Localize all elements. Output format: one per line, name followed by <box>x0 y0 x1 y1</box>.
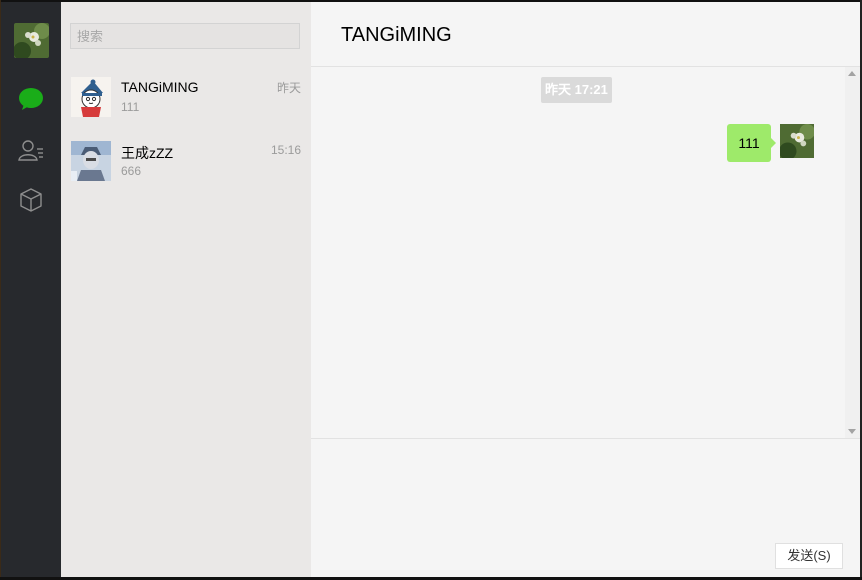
send-button[interactable]: 发送(S) <box>775 543 843 569</box>
chat-icon[interactable] <box>17 85 45 113</box>
compose-area[interactable]: 发送(S) <box>311 438 860 577</box>
nav-rail <box>1 2 61 577</box>
my-message-avatar[interactable] <box>780 124 814 158</box>
photo-avatar <box>71 141 111 181</box>
conversation-time: 15:16 <box>270 143 301 157</box>
conversation-last-message: 111 <box>121 100 140 114</box>
message-area: 昨天 17:21 111 <box>311 67 845 438</box>
scroll-down-icon[interactable] <box>848 429 856 434</box>
conversation-name: 王成zZZ <box>121 145 174 161</box>
conversation-last-message: 666 <box>121 164 142 178</box>
message-scrollbar[interactable] <box>845 67 860 438</box>
my-avatar[interactable] <box>14 23 49 58</box>
message-timestamp: 昨天 17:21 <box>541 77 612 103</box>
message-bubble[interactable]: 111 <box>727 124 776 162</box>
conversation-item[interactable]: 王成zZZ 15:16 666 <box>61 130 311 194</box>
conversation-name: TANGiMING <box>121 79 199 95</box>
contacts-icon[interactable] <box>17 136 45 164</box>
chat-title: TANGiMING <box>341 24 452 46</box>
search-input[interactable] <box>70 23 300 49</box>
conversation-time: 昨天 <box>276 81 301 95</box>
conversation-list: TANGiMING 昨天 111 王成zZZ 15:16 666 <box>61 2 311 577</box>
chat-panel: TANGiMING 昨天 17:21 111 发送(S) <box>311 2 860 577</box>
chat-header: TANGiMING <box>311 2 860 67</box>
scroll-up-icon[interactable] <box>848 71 856 76</box>
conversation-item[interactable]: TANGiMING 昨天 111 <box>61 66 311 130</box>
collections-icon[interactable] <box>17 186 45 214</box>
wechat-window: TANGiMING 昨天 111 王成zZZ 15:16 666 <box>1 2 860 577</box>
cartoon-avatar <box>71 77 111 117</box>
